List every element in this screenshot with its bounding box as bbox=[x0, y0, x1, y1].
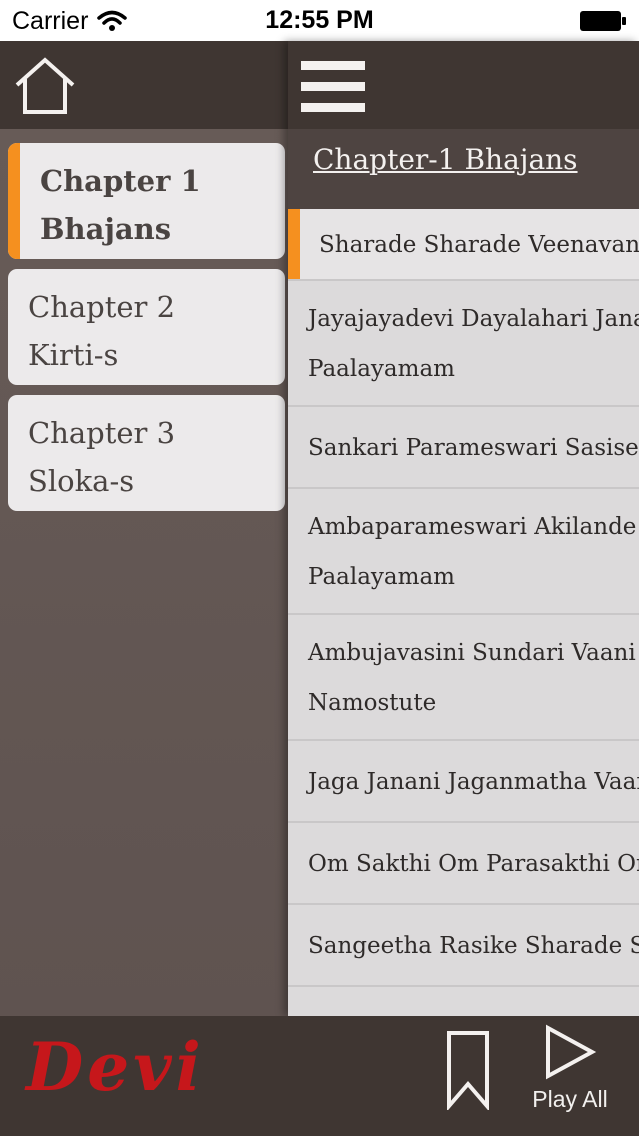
song-item-7-title: Om Sakthi Om Parasakthi Or bbox=[308, 851, 639, 877]
song-item-4-title-cont: Paalayamam bbox=[308, 564, 455, 590]
hamburger-menu-icon[interactable] bbox=[301, 61, 365, 113]
drawer-header bbox=[0, 41, 288, 129]
song-item-2[interactable]: Jayajayadevi Dayalahari Jana Paalayamam bbox=[288, 281, 639, 407]
content-panel: Chapter-1 Bhajans Sharade Sharade Veenav… bbox=[288, 41, 639, 1016]
song-item-3-title: Sankari Parameswari Sasisek bbox=[308, 435, 639, 461]
status-bar: Carrier 12:55 PM bbox=[0, 0, 639, 41]
song-item-7[interactable]: Om Sakthi Om Parasakthi Or bbox=[288, 823, 639, 905]
song-item-5-title-cont: Namostute bbox=[308, 690, 437, 716]
song-item-6-title: Jaga Janani Jaganmatha Vaar bbox=[308, 769, 639, 795]
section-header: Chapter-1 Bhajans bbox=[288, 129, 639, 209]
song-item-1[interactable]: Sharade Sharade Veenavani bbox=[288, 209, 639, 281]
play-all-label: Play All bbox=[532, 1086, 608, 1112]
song-item-2-title: Jayajayadevi Dayalahari Jana bbox=[308, 306, 639, 332]
chapter-item-1-title: Chapter 1 bbox=[40, 164, 201, 198]
app-logo: Devi bbox=[26, 1028, 205, 1106]
play-icon bbox=[546, 1024, 597, 1080]
song-item-8-title: Sangeetha Rasike Sharade Sa bbox=[308, 933, 639, 959]
chapter-item-1-subtitle: Bhajans bbox=[40, 212, 172, 246]
chapter-item-3[interactable]: Chapter 3 Sloka-s bbox=[8, 395, 285, 511]
song-item-8[interactable]: Sangeetha Rasike Sharade Sa bbox=[288, 905, 639, 987]
chapter-item-2-subtitle: Kirti-s bbox=[28, 338, 119, 372]
chapter-item-3-subtitle: Sloka-s bbox=[28, 464, 135, 498]
song-item-5-title: Ambujavasini Sundari Vaani bbox=[308, 640, 636, 666]
chapter-item-1[interactable]: Chapter 1 Bhajans bbox=[8, 143, 285, 259]
song-item-9[interactable] bbox=[288, 987, 639, 1016]
content-topbar bbox=[288, 41, 639, 129]
status-time: 12:55 PM bbox=[265, 6, 374, 34]
bottom-toolbar: Devi Play All bbox=[0, 1016, 639, 1136]
bookmark-icon[interactable] bbox=[446, 1030, 490, 1110]
song-list: Sharade Sharade Veenavani Jayajayadevi D… bbox=[288, 209, 639, 1016]
home-icon[interactable] bbox=[12, 55, 78, 117]
chapter-item-2-title: Chapter 2 bbox=[28, 290, 176, 324]
song-item-6[interactable]: Jaga Janani Jaganmatha Vaar bbox=[288, 741, 639, 823]
battery-icon bbox=[580, 11, 626, 31]
song-item-1-title: Sharade Sharade Veenavani bbox=[319, 232, 639, 258]
song-item-4[interactable]: Ambaparameswari Akilande Paalayamam bbox=[288, 489, 639, 615]
song-item-4-title: Ambaparameswari Akilande bbox=[308, 514, 637, 540]
chapter-item-2[interactable]: Chapter 2 Kirti-s bbox=[8, 269, 285, 385]
song-item-5[interactable]: Ambujavasini Sundari Vaani Namostute bbox=[288, 615, 639, 741]
play-all-button[interactable]: Play All bbox=[520, 1024, 620, 1124]
chapter-item-3-title: Chapter 3 bbox=[28, 416, 176, 450]
song-item-3[interactable]: Sankari Parameswari Sasisek bbox=[288, 407, 639, 489]
chapter-drawer: Chapter 1 Bhajans Chapter 2 Kirti-s Chap… bbox=[0, 41, 288, 1016]
section-title[interactable]: Chapter-1 Bhajans bbox=[313, 143, 578, 176]
song-item-2-title-cont: Paalayamam bbox=[308, 356, 455, 382]
